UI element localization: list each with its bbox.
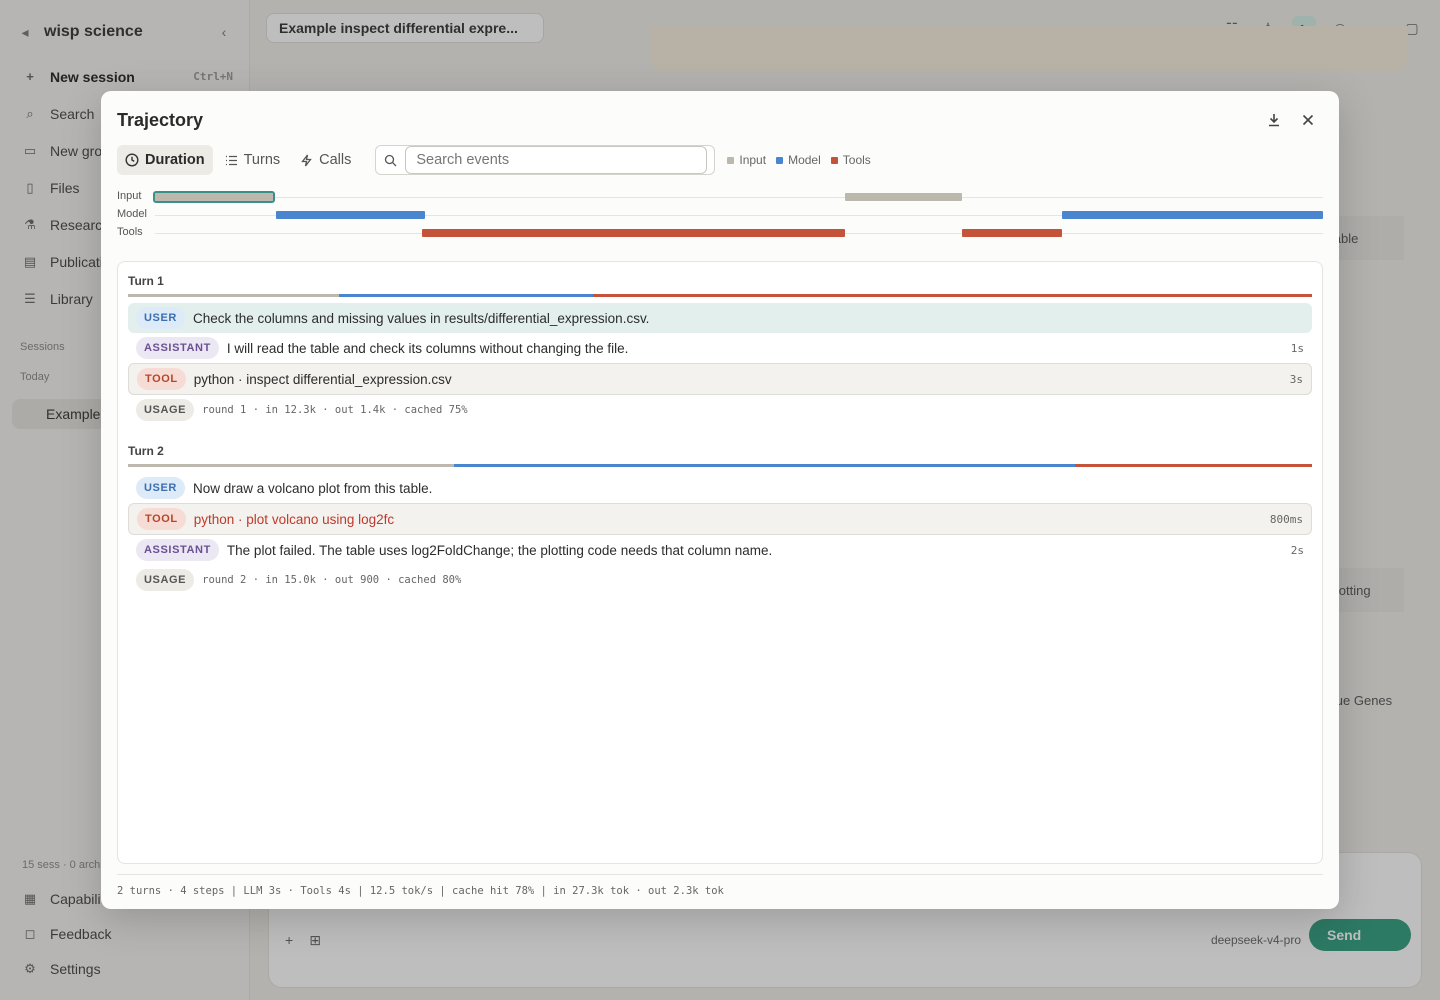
tab-label: Turns [243,152,281,168]
event-text: The plot failed. The table uses log2Fold… [226,542,773,558]
timeline-row-label: Tools [117,226,143,238]
timeline-row-model: Model [117,207,1323,225]
timeline-segment-model-2[interactable] [1062,211,1323,219]
event-text: python · inspect differential_expression… [193,371,452,387]
turn-bar-input [128,464,454,467]
event-text: Check the columns and missing values in … [192,310,650,326]
download-icon[interactable] [1263,109,1285,131]
legend-swatch-input [727,156,735,164]
turn-bar-tools [593,294,1312,297]
turn-label: Turn 2 [128,444,164,458]
event-duration: 3s [1289,372,1303,386]
timeline-row-label: Input [117,190,142,202]
timeline-track [155,197,1323,198]
event-tool[interactable]: TOOL python · plot volcano using log2fc … [128,503,1312,535]
timeline-segment-tools-2[interactable] [962,229,1062,237]
usage-badge: USAGE [136,399,195,421]
search-input[interactable] [405,146,708,174]
event-user[interactable]: USER Check the columns and missing value… [128,303,1312,333]
tool-badge: TOOL [137,368,186,390]
turn-1: Turn 1 USER Check the columns and missin… [128,274,1312,425]
user-badge: USER [136,477,185,499]
usage-badge: USAGE [136,569,195,591]
event-usage: USAGE round 2 · in 15.0k · out 900 · cac… [128,565,1312,595]
event-tool[interactable]: TOOL python · inspect differential_expre… [128,363,1312,395]
bolt-icon [301,154,312,166]
legend-label: Input [739,153,767,167]
clock-icon [125,153,139,167]
event-text: python · plot volcano using log2fc [193,511,395,527]
timeline-segment-input-1[interactable] [153,191,275,203]
search-box [375,145,716,175]
timeline-segment-model-1[interactable] [276,211,425,219]
modal-toolbar: Duration Turns Calls Input Model Tools [117,145,1323,175]
timeline-segment-input-2[interactable] [845,193,962,201]
turn-bar-tools [1075,464,1312,467]
event-assistant[interactable]: ASSISTANT The plot failed. The table use… [128,535,1312,565]
legend-input: Input [727,153,766,167]
search-icon [385,154,397,166]
timeline-legend: Input Model Tools [727,153,871,167]
turn-2: Turn 2 USER Now draw a volcano plot from… [128,444,1312,595]
usage-text: round 1 · in 12.3k · out 1.4k · cached 7… [202,404,468,416]
turn-bar-input [128,294,339,297]
event-text: Now draw a volcano plot from this table. [192,480,433,496]
event-usage: USAGE round 1 · in 12.3k · out 1.4k · ca… [128,395,1312,425]
duration-timeline: Input Model Tools [117,189,1323,243]
turn-duration-bar [128,294,1312,297]
events-panel: Turn 1 USER Check the columns and missin… [117,261,1323,864]
assistant-badge: ASSISTANT [136,539,219,561]
list-icon [225,155,237,165]
legend-swatch-model [776,156,784,164]
tab-duration[interactable]: Duration [117,145,213,175]
close-icon[interactable] [1297,109,1319,131]
timeline-row-tools: Tools [117,225,1323,243]
tab-turns[interactable]: Turns [217,145,289,175]
turn-bar-model [339,294,593,297]
timeline-row-label: Model [117,208,147,220]
event-assistant[interactable]: ASSISTANT I will read the table and chec… [128,333,1312,363]
tool-badge: TOOL [137,508,186,530]
summary-footer: 2 turns · 4 steps | LLM 3s · Tools 4s | … [117,874,1323,897]
user-badge: USER [136,307,185,329]
modal-title: Trajectory [117,110,204,130]
event-duration: 2s [1290,543,1304,557]
assistant-badge: ASSISTANT [136,337,219,359]
usage-text: round 2 · in 15.0k · out 900 · cached 80… [202,574,462,586]
legend-tools: Tools [830,153,871,167]
event-text: I will read the table and check its colu… [226,340,629,356]
tab-label: Calls [319,152,352,168]
legend-label: Tools [842,153,871,167]
turn-bar-model [454,464,1075,467]
legend-model: Model [776,153,821,167]
tab-calls[interactable]: Calls [292,145,359,175]
event-duration: 1s [1290,341,1304,355]
legend-label: Model [788,153,821,167]
turn-duration-bar [128,464,1312,467]
trajectory-modal: Trajectory Duration Turns Calls Input Mo… [101,91,1339,909]
timeline-segment-tools-1[interactable] [422,229,845,237]
turn-label: Turn 1 [128,274,164,288]
event-duration: 800ms [1269,512,1303,526]
event-user[interactable]: USER Now draw a volcano plot from this t… [128,473,1312,503]
legend-swatch-tools [830,156,838,164]
timeline-row-input: Input [117,189,1323,207]
tab-label: Duration [145,152,205,168]
